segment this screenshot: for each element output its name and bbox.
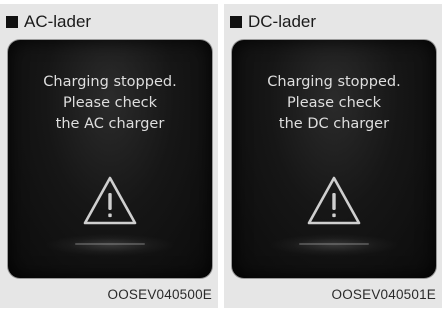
cluster-display: Charging stopped. Please check the DC ch… (232, 40, 436, 278)
floor-reflection (45, 234, 175, 256)
warning-triangle-icon (307, 176, 361, 225)
panel-title: DC-lader (248, 12, 317, 31)
message-line: Charging stopped. (43, 74, 177, 90)
figure-code: OOSEV040500E (107, 287, 212, 302)
floor-reflection (269, 234, 399, 256)
message-line: Please check (62, 95, 158, 111)
charging-message: Charging stopped. Please check the AC ch… (8, 72, 212, 135)
warning-triangle-icon (83, 176, 137, 225)
charging-message: Charging stopped. Please check the DC ch… (232, 72, 436, 135)
dc-charger-panel: DC-lader Charging stopped. Please check … (224, 4, 442, 308)
panel-heading: DC-lader (230, 10, 316, 34)
figure-code: OOSEV040501E (331, 287, 436, 302)
message-line: Charging stopped. (267, 74, 401, 90)
message-line: Please check (286, 95, 382, 111)
bullet-square-icon (230, 16, 242, 28)
panel-heading: AC-lader (6, 10, 91, 34)
message-line: the AC charger (55, 116, 165, 132)
message-line: the DC charger (278, 116, 390, 132)
cluster-display: Charging stopped. Please check the AC ch… (8, 40, 212, 278)
panel-title: AC-lader (24, 12, 92, 31)
ac-charger-panel: AC-lader Charging stopped. Please check … (0, 4, 218, 308)
bullet-square-icon (6, 16, 18, 28)
